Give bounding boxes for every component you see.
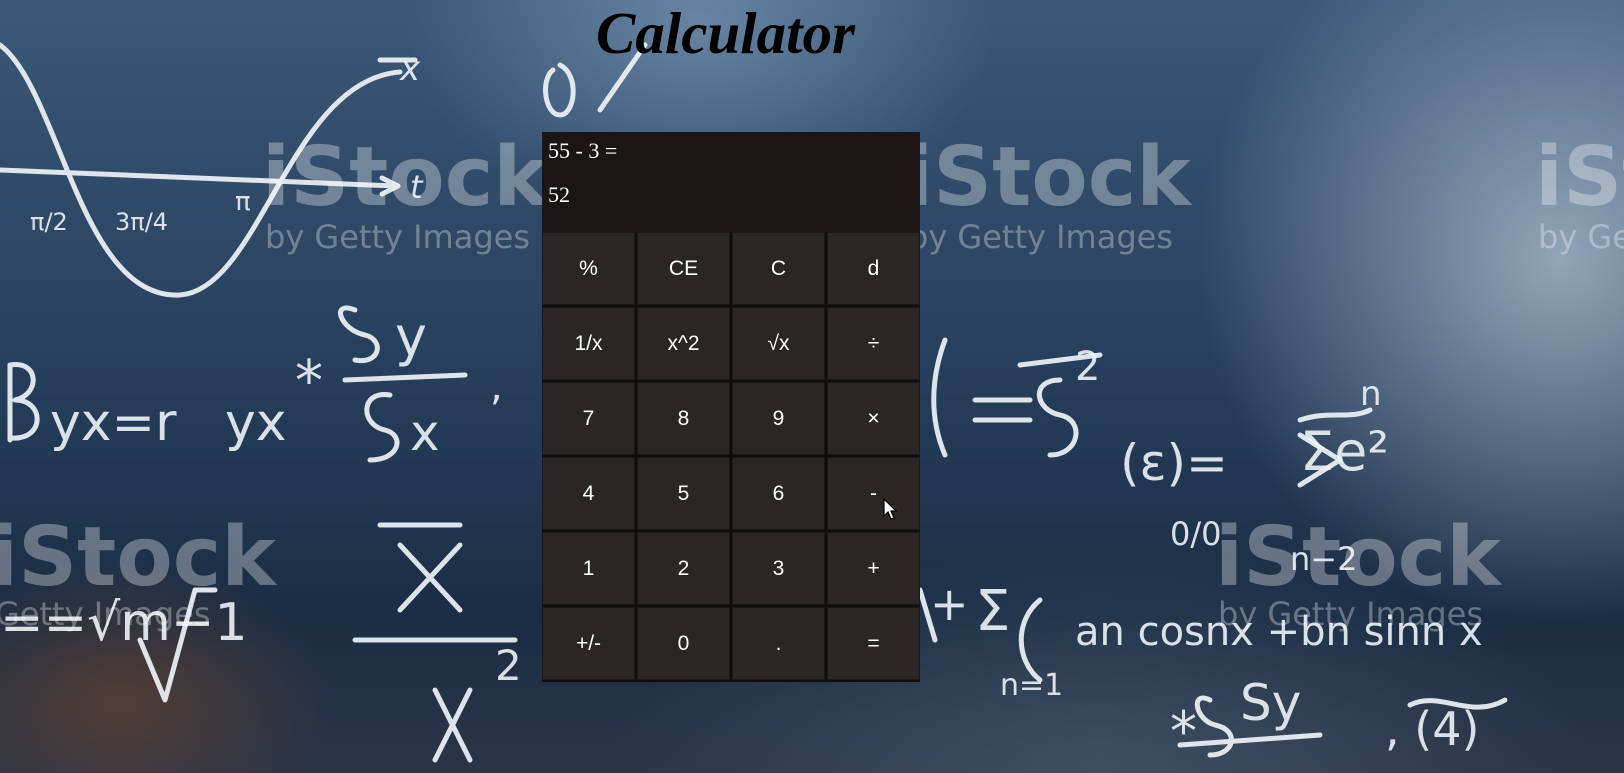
svg-text:by Getty Images: by Getty Images [1538, 218, 1624, 256]
svg-text:x: x [410, 404, 440, 462]
svg-text:Σe²: Σe² [1300, 420, 1389, 483]
multiply-button[interactable]: × [827, 382, 920, 455]
decimal-button[interactable]: . [732, 607, 825, 680]
negate-button[interactable]: +/- [542, 607, 635, 680]
digit-8-button[interactable]: 8 [637, 382, 730, 455]
svg-text:0/0: 0/0 [1170, 515, 1222, 553]
digit-3-button[interactable]: 3 [732, 532, 825, 605]
svg-text:+: + [930, 577, 969, 631]
digit-7-button[interactable]: 7 [542, 382, 635, 455]
percent-button[interactable]: % [542, 232, 635, 305]
digit-2-button[interactable]: 2 [637, 532, 730, 605]
svg-text:*: * [1170, 700, 1197, 763]
svg-text:Sy: Sy [1240, 674, 1301, 732]
delete-button[interactable]: d [827, 232, 920, 305]
svg-text:iStock: iStock [0, 510, 278, 605]
clear-button[interactable]: C [732, 232, 825, 305]
calculator-display: 55 - 3 = 52 [542, 132, 920, 232]
svg-text:2: 2 [1075, 344, 1100, 390]
calculator: 55 - 3 = 52 % CE Cd 1/x x^2 √x ÷ 7 8 9 × 4 5 6- 1 2 3 + +/… [542, 132, 920, 682]
svg-text:2: 2 [495, 641, 522, 690]
digit-0-button[interactable]: 0 [637, 607, 730, 680]
svg-text:n=1: n=1 [1000, 668, 1063, 703]
clear-entry-button[interactable]: CE [637, 232, 730, 305]
mouse-cursor-icon [883, 498, 898, 520]
svg-text:x: x [399, 49, 421, 89]
svg-text:n: n [1360, 374, 1382, 414]
svg-text:π: π [235, 187, 251, 217]
svg-text:iStock: iStock [1535, 130, 1624, 225]
svg-text:(ε)=: (ε)= [1120, 434, 1228, 492]
svg-text:by Getty Images: by Getty Images [1218, 595, 1483, 633]
svg-text:y: y [395, 305, 427, 368]
keypad: % CE Cd 1/x x^2 √x ÷ 7 8 9 × 4 5 6- 1 2 3 + +/- 0. = [542, 232, 920, 682]
reciprocal-button[interactable]: 1/x [542, 307, 635, 380]
digit-5-button[interactable]: 5 [637, 457, 730, 530]
digit-4-button[interactable]: 4 [542, 457, 635, 530]
svg-text:iStock: iStock [1215, 510, 1503, 605]
svg-text:iStock: iStock [905, 130, 1193, 225]
square-root-button[interactable]: √x [732, 307, 825, 380]
svg-text:π/2: π/2 [30, 208, 68, 236]
svg-text:iStock: iStock [262, 130, 550, 225]
digit-9-button[interactable]: 9 [732, 382, 825, 455]
divide-button[interactable]: ÷ [827, 307, 920, 380]
add-button[interactable]: + [827, 532, 920, 605]
equals-button[interactable]: = [827, 607, 920, 680]
digit-6-button[interactable]: 6 [732, 457, 825, 530]
digit-1-button[interactable]: 1 [542, 532, 635, 605]
svg-text:yx=r: yx=r [50, 393, 177, 453]
svg-text:by Getty Images: by Getty Images [908, 218, 1173, 256]
page-title: Calculator [596, 0, 855, 66]
svg-text:by Getty Images: by Getty Images [265, 218, 530, 256]
svg-text:yx: yx [225, 393, 287, 453]
square-button[interactable]: x^2 [637, 307, 730, 380]
subtract-button[interactable]: - [827, 457, 920, 530]
svg-text:,: , [490, 364, 503, 410]
svg-text:Getty Images: Getty Images [0, 595, 211, 633]
svg-text:, (4): , (4) [1385, 702, 1479, 756]
result-display: 52 [548, 182, 570, 207]
svg-text:*: * [295, 349, 323, 414]
expression-display: 55 - 3 = [548, 138, 618, 163]
svg-text:Σ: Σ [975, 579, 1010, 644]
svg-text:3π/4: 3π/4 [115, 208, 168, 236]
